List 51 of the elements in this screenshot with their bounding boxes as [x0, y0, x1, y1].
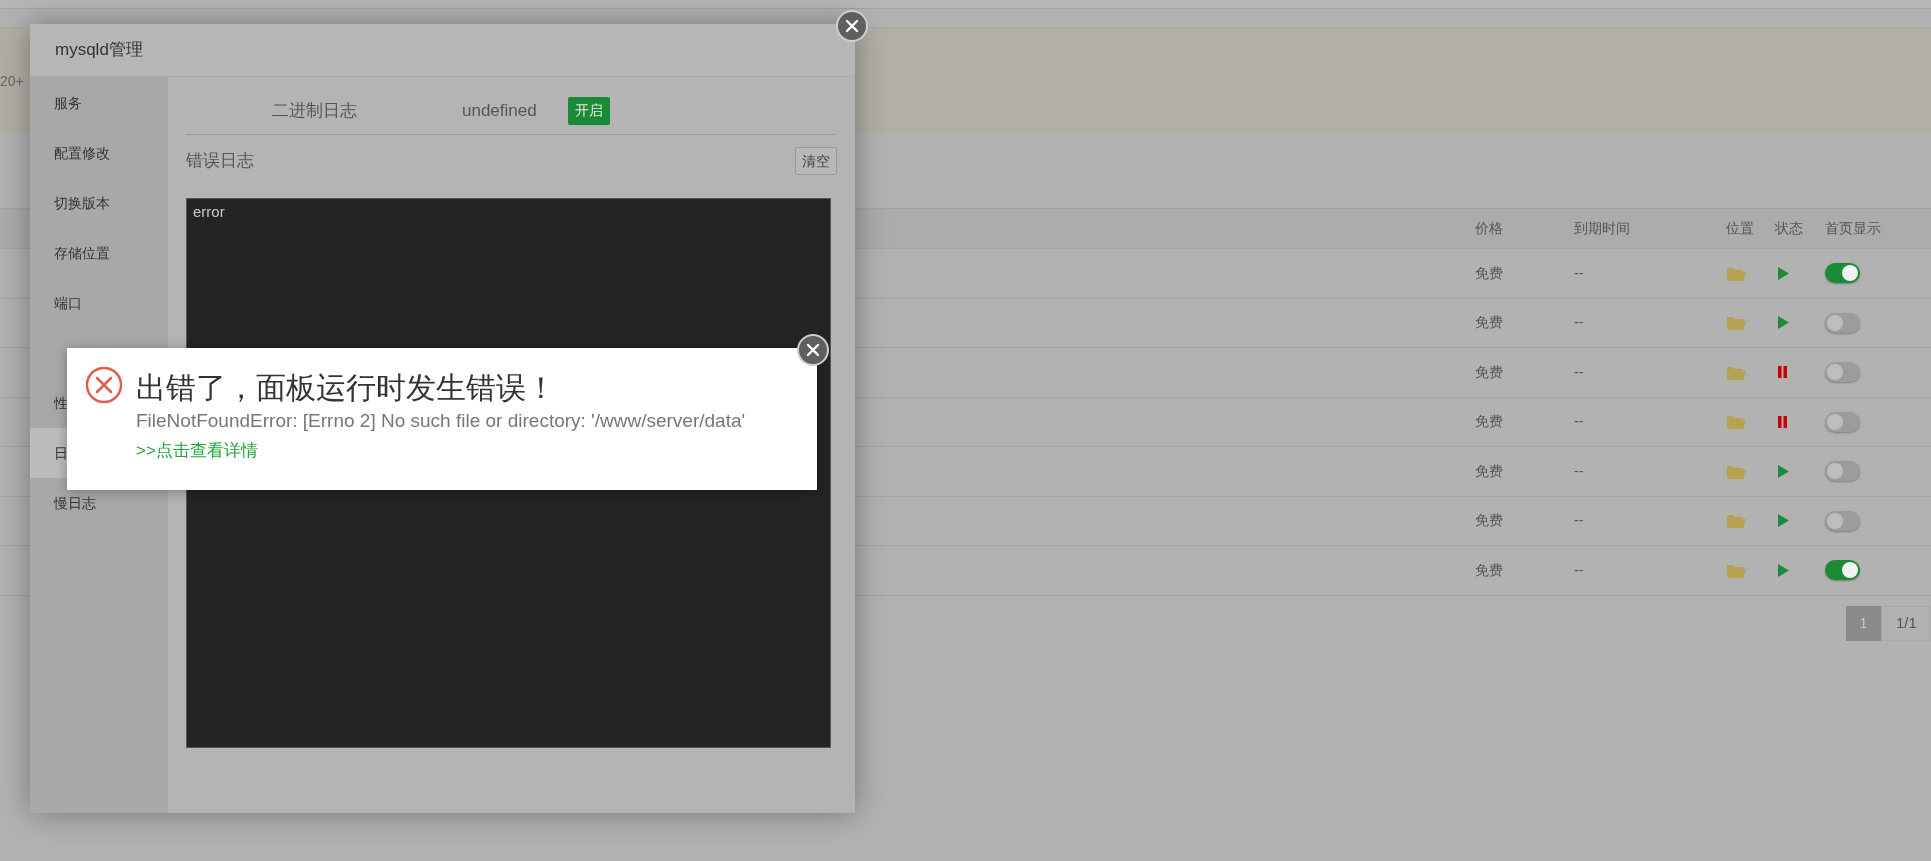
close-icon	[845, 19, 859, 33]
folder-icon[interactable]	[1727, 513, 1746, 529]
price-cell-text: 免费	[1475, 263, 1503, 283]
pause-icon[interactable]	[1778, 415, 1787, 428]
folder-icon[interactable]	[1727, 364, 1746, 380]
toggle-switch[interactable]	[1825, 362, 1860, 383]
toggle-switch[interactable]	[1825, 560, 1860, 581]
price-cell-text: 免费	[1475, 313, 1503, 333]
folder-icon[interactable]	[1727, 562, 1746, 578]
expiry-cell-text: --	[1574, 461, 1584, 481]
folder-icon[interactable]	[1727, 414, 1746, 430]
column-header: 位置	[1726, 219, 1754, 238]
toggle-switch[interactable]	[1825, 510, 1860, 531]
folder-icon[interactable]	[1727, 315, 1746, 331]
toggle-switch[interactable]	[1825, 461, 1860, 482]
page-summary: 1/1	[1881, 606, 1931, 641]
close-icon	[806, 343, 820, 357]
price-cell-text: 免费	[1475, 560, 1503, 580]
section-title: 错误日志	[186, 150, 254, 173]
modal-title: mysqld管理	[55, 39, 143, 62]
expiry-cell-text: --	[1574, 511, 1584, 531]
count-text: 20+	[0, 72, 24, 91]
expiry-cell-text: --	[1574, 560, 1584, 580]
play-icon[interactable]	[1778, 514, 1789, 528]
status-badge: 开启	[568, 96, 610, 125]
price-cell-text: 免费	[1475, 511, 1503, 531]
folder-icon[interactable]	[1727, 265, 1746, 281]
binlog-value: undefined	[462, 99, 538, 122]
expiry-cell-text: --	[1574, 263, 1584, 283]
column-header: 首页显示	[1825, 219, 1881, 238]
price-cell-text: 免费	[1475, 461, 1503, 481]
play-icon[interactable]	[1778, 316, 1789, 330]
column-header: 状态	[1775, 219, 1803, 238]
column-header: 价格	[1475, 219, 1503, 238]
pause-icon[interactable]	[1778, 366, 1787, 379]
expiry-cell-text: --	[1574, 412, 1584, 432]
price-cell-text: 免费	[1475, 362, 1503, 382]
play-icon[interactable]	[1778, 266, 1789, 280]
folder-icon[interactable]	[1727, 463, 1746, 479]
clear-button[interactable]: 清空	[795, 147, 837, 175]
toggle-switch[interactable]	[1825, 312, 1860, 333]
price-cell-text: 免费	[1475, 412, 1503, 432]
play-icon[interactable]	[1778, 563, 1789, 577]
play-icon[interactable]	[1778, 464, 1789, 478]
binlog-label: 二进制日志	[272, 99, 358, 122]
expiry-cell-text: --	[1574, 362, 1584, 382]
toggle-switch[interactable]	[1825, 263, 1860, 284]
column-header: 到期时间	[1574, 219, 1630, 238]
expiry-cell-text: --	[1574, 313, 1584, 333]
error-icon	[85, 366, 123, 404]
toggle-switch[interactable]	[1825, 411, 1860, 432]
